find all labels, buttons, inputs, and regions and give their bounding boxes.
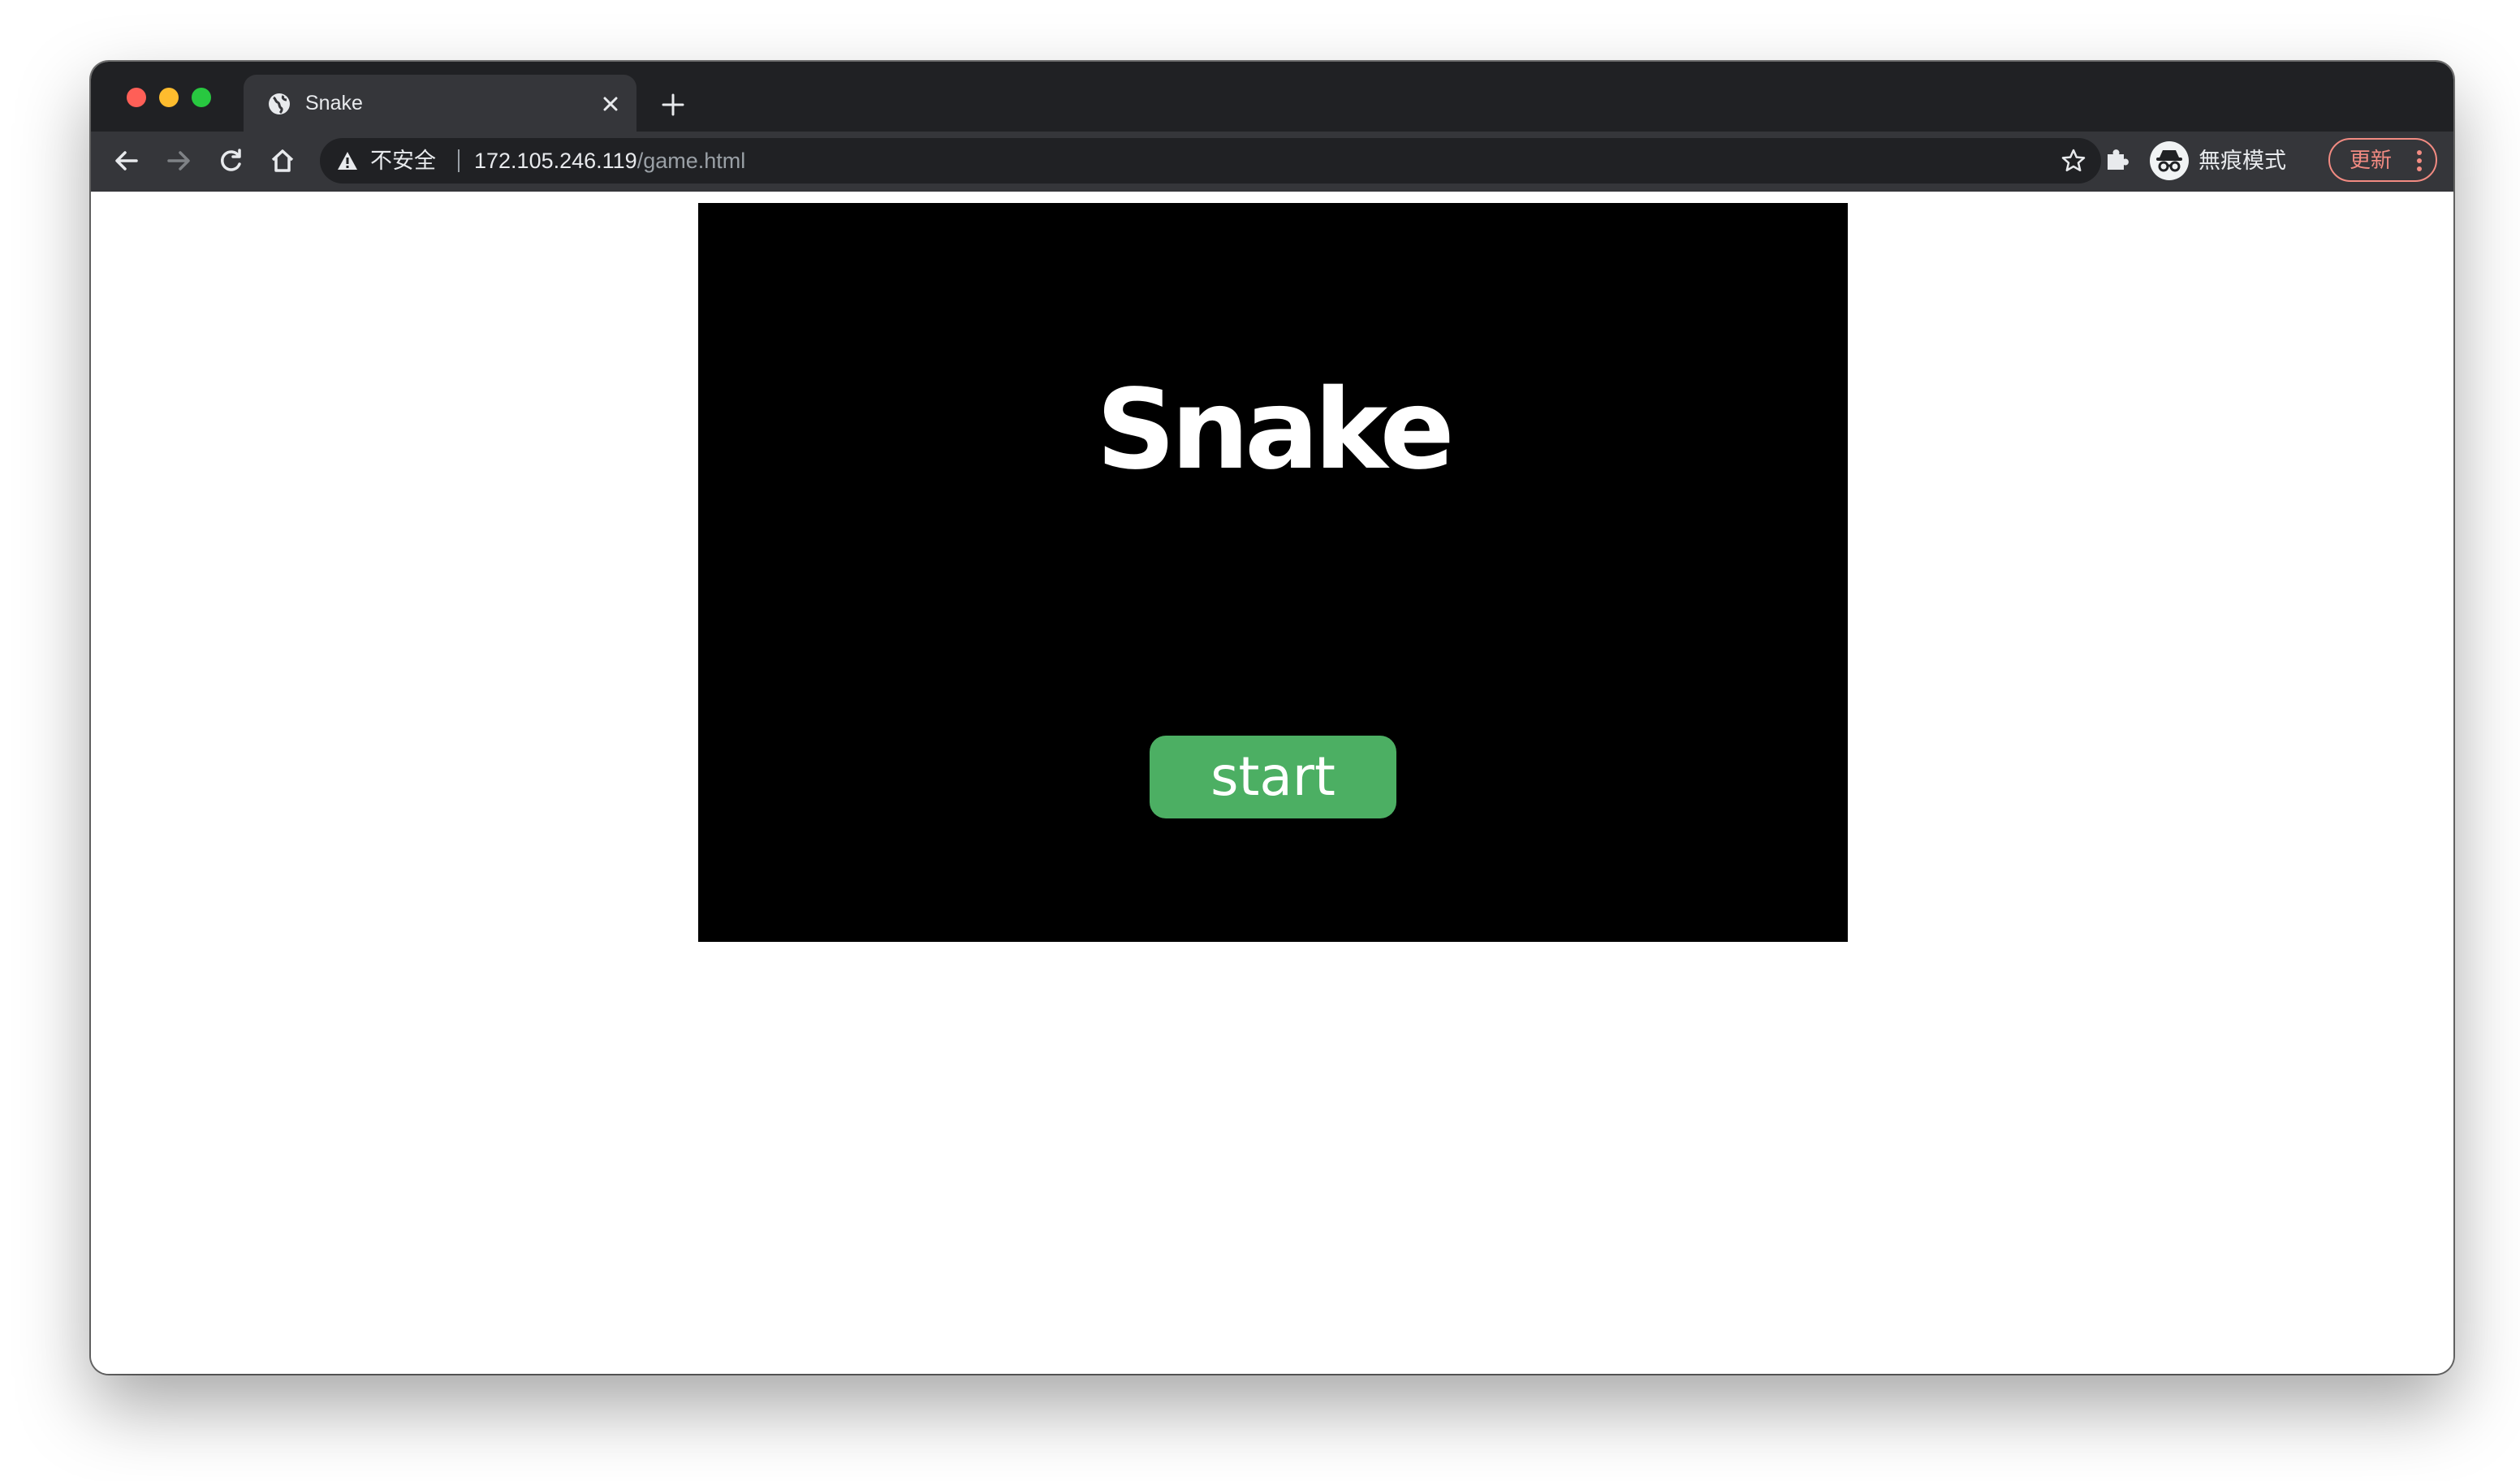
tab-title: Snake [305, 92, 363, 114]
start-button[interactable]: start [1150, 736, 1396, 818]
address-separator [458, 149, 460, 172]
address-bar[interactable]: 不安全 172.105.246.119/game.html [320, 138, 2101, 184]
start-label: start [1210, 745, 1336, 808]
toolbar: 不安全 172.105.246.119/game.html 無痕模式 更新 [91, 132, 2453, 193]
reload-icon[interactable] [214, 145, 247, 177]
zoom-window-button[interactable] [192, 88, 211, 107]
close-window-button[interactable] [127, 88, 146, 107]
back-arrow-icon[interactable] [110, 145, 143, 177]
globe-icon [269, 93, 290, 114]
forward-arrow-icon[interactable] [162, 145, 195, 177]
incognito-avatar [2150, 141, 2189, 180]
incognito-label: 無痕模式 [2199, 149, 2286, 173]
url-text[interactable]: 172.105.246.119/game.html [474, 146, 745, 175]
warning-icon[interactable] [336, 149, 359, 172]
extensions-puzzle-icon[interactable] [2101, 143, 2134, 175]
incognito-icon [2156, 150, 2182, 172]
tab-strip: Snake [91, 62, 2453, 132]
game-title: Snake [1096, 366, 1455, 494]
url-path: /game.html [636, 149, 746, 173]
home-icon[interactable] [266, 145, 299, 177]
close-tab-icon[interactable] [598, 91, 624, 117]
page-content: Snake start [91, 192, 2453, 1374]
update-label: 更新 [2350, 148, 2393, 172]
update-button[interactable]: 更新 [2328, 138, 2437, 182]
bookmark-star-icon[interactable] [2060, 148, 2086, 174]
more-menu-icon[interactable] [2416, 149, 2423, 172]
tab-snake[interactable]: Snake [244, 75, 636, 132]
game-canvas[interactable]: Snake start [698, 203, 1848, 942]
security-label[interactable]: 不安全 [370, 146, 436, 175]
new-tab-icon[interactable] [659, 91, 687, 119]
url-host: 172.105.246.119 [474, 149, 637, 173]
incognito-profile-button[interactable]: 無痕模式 [2143, 138, 2298, 184]
minimize-window-button[interactable] [159, 88, 179, 107]
browser-window: Snake 不安全 172.105.246.119/game.html 無痕模式… [91, 62, 2453, 1374]
